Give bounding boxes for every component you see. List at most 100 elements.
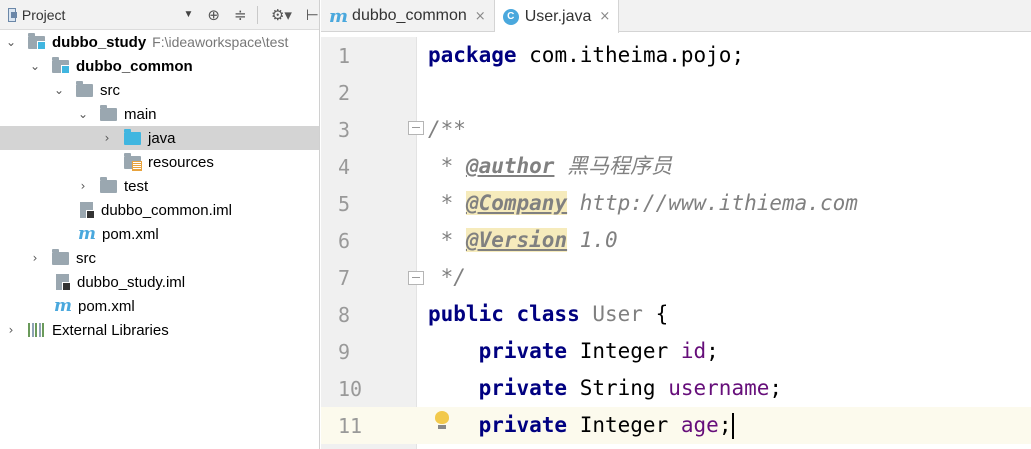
source-folder-icon [124,128,141,145]
collapse-all-icon[interactable]: ≑ [234,6,247,24]
resources-folder-icon [124,152,142,171]
tree-item-label: main [124,105,157,123]
code-text: private Integer age; [428,407,735,444]
fold-marker-icon[interactable] [408,271,424,285]
text-caret [732,413,735,439]
module-folder-icon [52,56,70,74]
tree-item-label: dubbo_study.iml [77,273,186,291]
line-number: 3 [338,117,351,142]
tree-item-dubbo-common-iml[interactable]: dubbo_common.iml [0,198,319,222]
tree-item-label: test [124,177,149,195]
code-line-8[interactable]: 8 public class User { [321,296,1031,333]
tree-item-path: F:\ideaworkspace\test [152,34,289,50]
tree-item-pom-xml[interactable]: m pom.xml [0,294,319,318]
view-dropdown-icon[interactable]: ▼ [183,9,193,20]
tree-item-label: dubbo_common [76,57,193,75]
tree-item-src[interactable]: › src [0,246,319,270]
tree-item-src[interactable]: ⌄ src [0,78,319,102]
close-icon[interactable]: × [599,9,610,24]
line-number: 1 [338,43,351,68]
code-line-6[interactable]: 6 * @Version 1.0 [321,222,1031,259]
folder-icon [52,248,69,265]
project-view-icon [8,7,17,22]
code-line-10[interactable]: 10 private String username; [321,370,1031,407]
project-panel: Project ▼ ⊕ ≑ ⚙▾ ⊢ ⌄ dubbo_study F:\idea… [0,0,320,449]
maven-file-icon: m [54,295,72,316]
hide-panel-icon[interactable]: ⊢ [306,6,319,24]
folder-icon [76,80,93,97]
tab-label: User.java [524,7,592,25]
expanded-arrow-icon[interactable]: ⌄ [76,107,90,121]
code-text: */ [428,265,466,289]
tab-label: dubbo_common [352,7,467,24]
line-number: 6 [338,228,351,253]
line-number: 4 [338,154,351,179]
tree-item-label: dubbo_common.iml [101,201,232,219]
code-line-1[interactable]: 1 package com.itheima.pojo; [321,37,1031,74]
project-view-title[interactable]: Project [22,7,66,23]
tree-item-dubbo-common[interactable]: ⌄ dubbo_common [0,54,319,78]
tree-item-resources[interactable]: resources [0,150,319,174]
code-text: private String username; [428,376,783,400]
folder-icon [100,104,117,121]
tree-item-label: pom.xml [78,297,135,315]
code-line-4[interactable]: 4 * @author 黑马程序员 [321,148,1031,185]
tree-item-main[interactable]: ⌄ main [0,102,319,126]
code-text: /** [428,117,466,141]
code-line-3[interactable]: 3 /** [321,111,1031,148]
code-area[interactable]: 1 package com.itheima.pojo; 2 3 /** 4 * … [321,37,1031,444]
code-text: * @Company http://www.ithiema.com [428,191,858,215]
code-line-7[interactable]: 7 */ [321,259,1031,296]
editor-tabs: m dubbo_common × C User.java × [321,0,1031,33]
tree-item-label: resources [148,153,214,171]
maven-file-icon: m [329,5,349,27]
tree-item-dubbo-study-iml[interactable]: dubbo_study.iml [0,270,319,294]
line-number: 9 [338,339,351,364]
code-line-11[interactable]: 11 private Integer age; [321,407,1031,444]
collapsed-arrow-icon[interactable]: › [100,131,114,145]
line-number: 7 [338,265,351,290]
line-number: 2 [338,80,351,105]
project-tree: ⌄ dubbo_study F:\ideaworkspace\test ⌄ du… [0,30,319,342]
collapsed-arrow-icon[interactable]: › [76,179,90,193]
tree-item-label: src [76,249,96,267]
maven-file-icon: m [78,223,96,244]
tree-item-label: pom.xml [102,225,159,243]
code-line-2[interactable]: 2 [321,74,1031,111]
folder-icon [100,176,117,193]
libraries-icon [28,323,45,337]
module-folder-icon [28,32,46,50]
tree-item-java[interactable]: › java [0,126,319,150]
line-number: 10 [338,376,363,401]
tree-item-dubbo-study[interactable]: ⌄ dubbo_study F:\ideaworkspace\test [0,30,319,54]
code-text: public class User { [428,302,669,326]
tab-dubbo-common[interactable]: m dubbo_common × [321,0,495,32]
collapsed-arrow-icon[interactable]: › [4,323,18,337]
tree-item-test[interactable]: › test [0,174,319,198]
line-number: 11 [321,407,417,444]
code-text: * @Version 1.0 [428,228,618,252]
tree-item-label: External Libraries [52,321,169,339]
project-panel-header: Project ▼ ⊕ ≑ ⚙▾ ⊢ [0,0,319,30]
class-icon: C [502,8,519,25]
code-line-5[interactable]: 5 * @Company http://www.ithiema.com [321,185,1031,222]
tree-item-pom-xml[interactable]: m pom.xml [0,222,319,246]
collapsed-arrow-icon[interactable]: › [28,251,42,265]
line-number: 5 [338,191,351,216]
close-icon[interactable]: × [475,9,486,24]
settings-gear-icon[interactable]: ⚙▾ [271,6,292,24]
tree-item-external-libraries[interactable]: › External Libraries [0,318,319,342]
code-editor: m dubbo_common × C User.java × 1 package… [321,0,1031,449]
expanded-arrow-icon[interactable]: ⌄ [52,83,66,97]
tree-item-label: src [100,81,120,99]
code-line-9[interactable]: 9 private Integer id; [321,333,1031,370]
code-text: * @author 黑马程序员 [428,154,673,178]
tree-item-label: java [148,129,176,147]
expanded-arrow-icon[interactable]: ⌄ [28,59,42,73]
expanded-arrow-icon[interactable]: ⌄ [4,35,18,49]
iml-file-icon [80,202,95,219]
fold-marker-icon[interactable] [408,121,424,135]
tab-user-java[interactable]: C User.java × [494,0,620,33]
code-text: private Integer id; [428,339,719,363]
locate-file-icon[interactable]: ⊕ [207,6,220,24]
